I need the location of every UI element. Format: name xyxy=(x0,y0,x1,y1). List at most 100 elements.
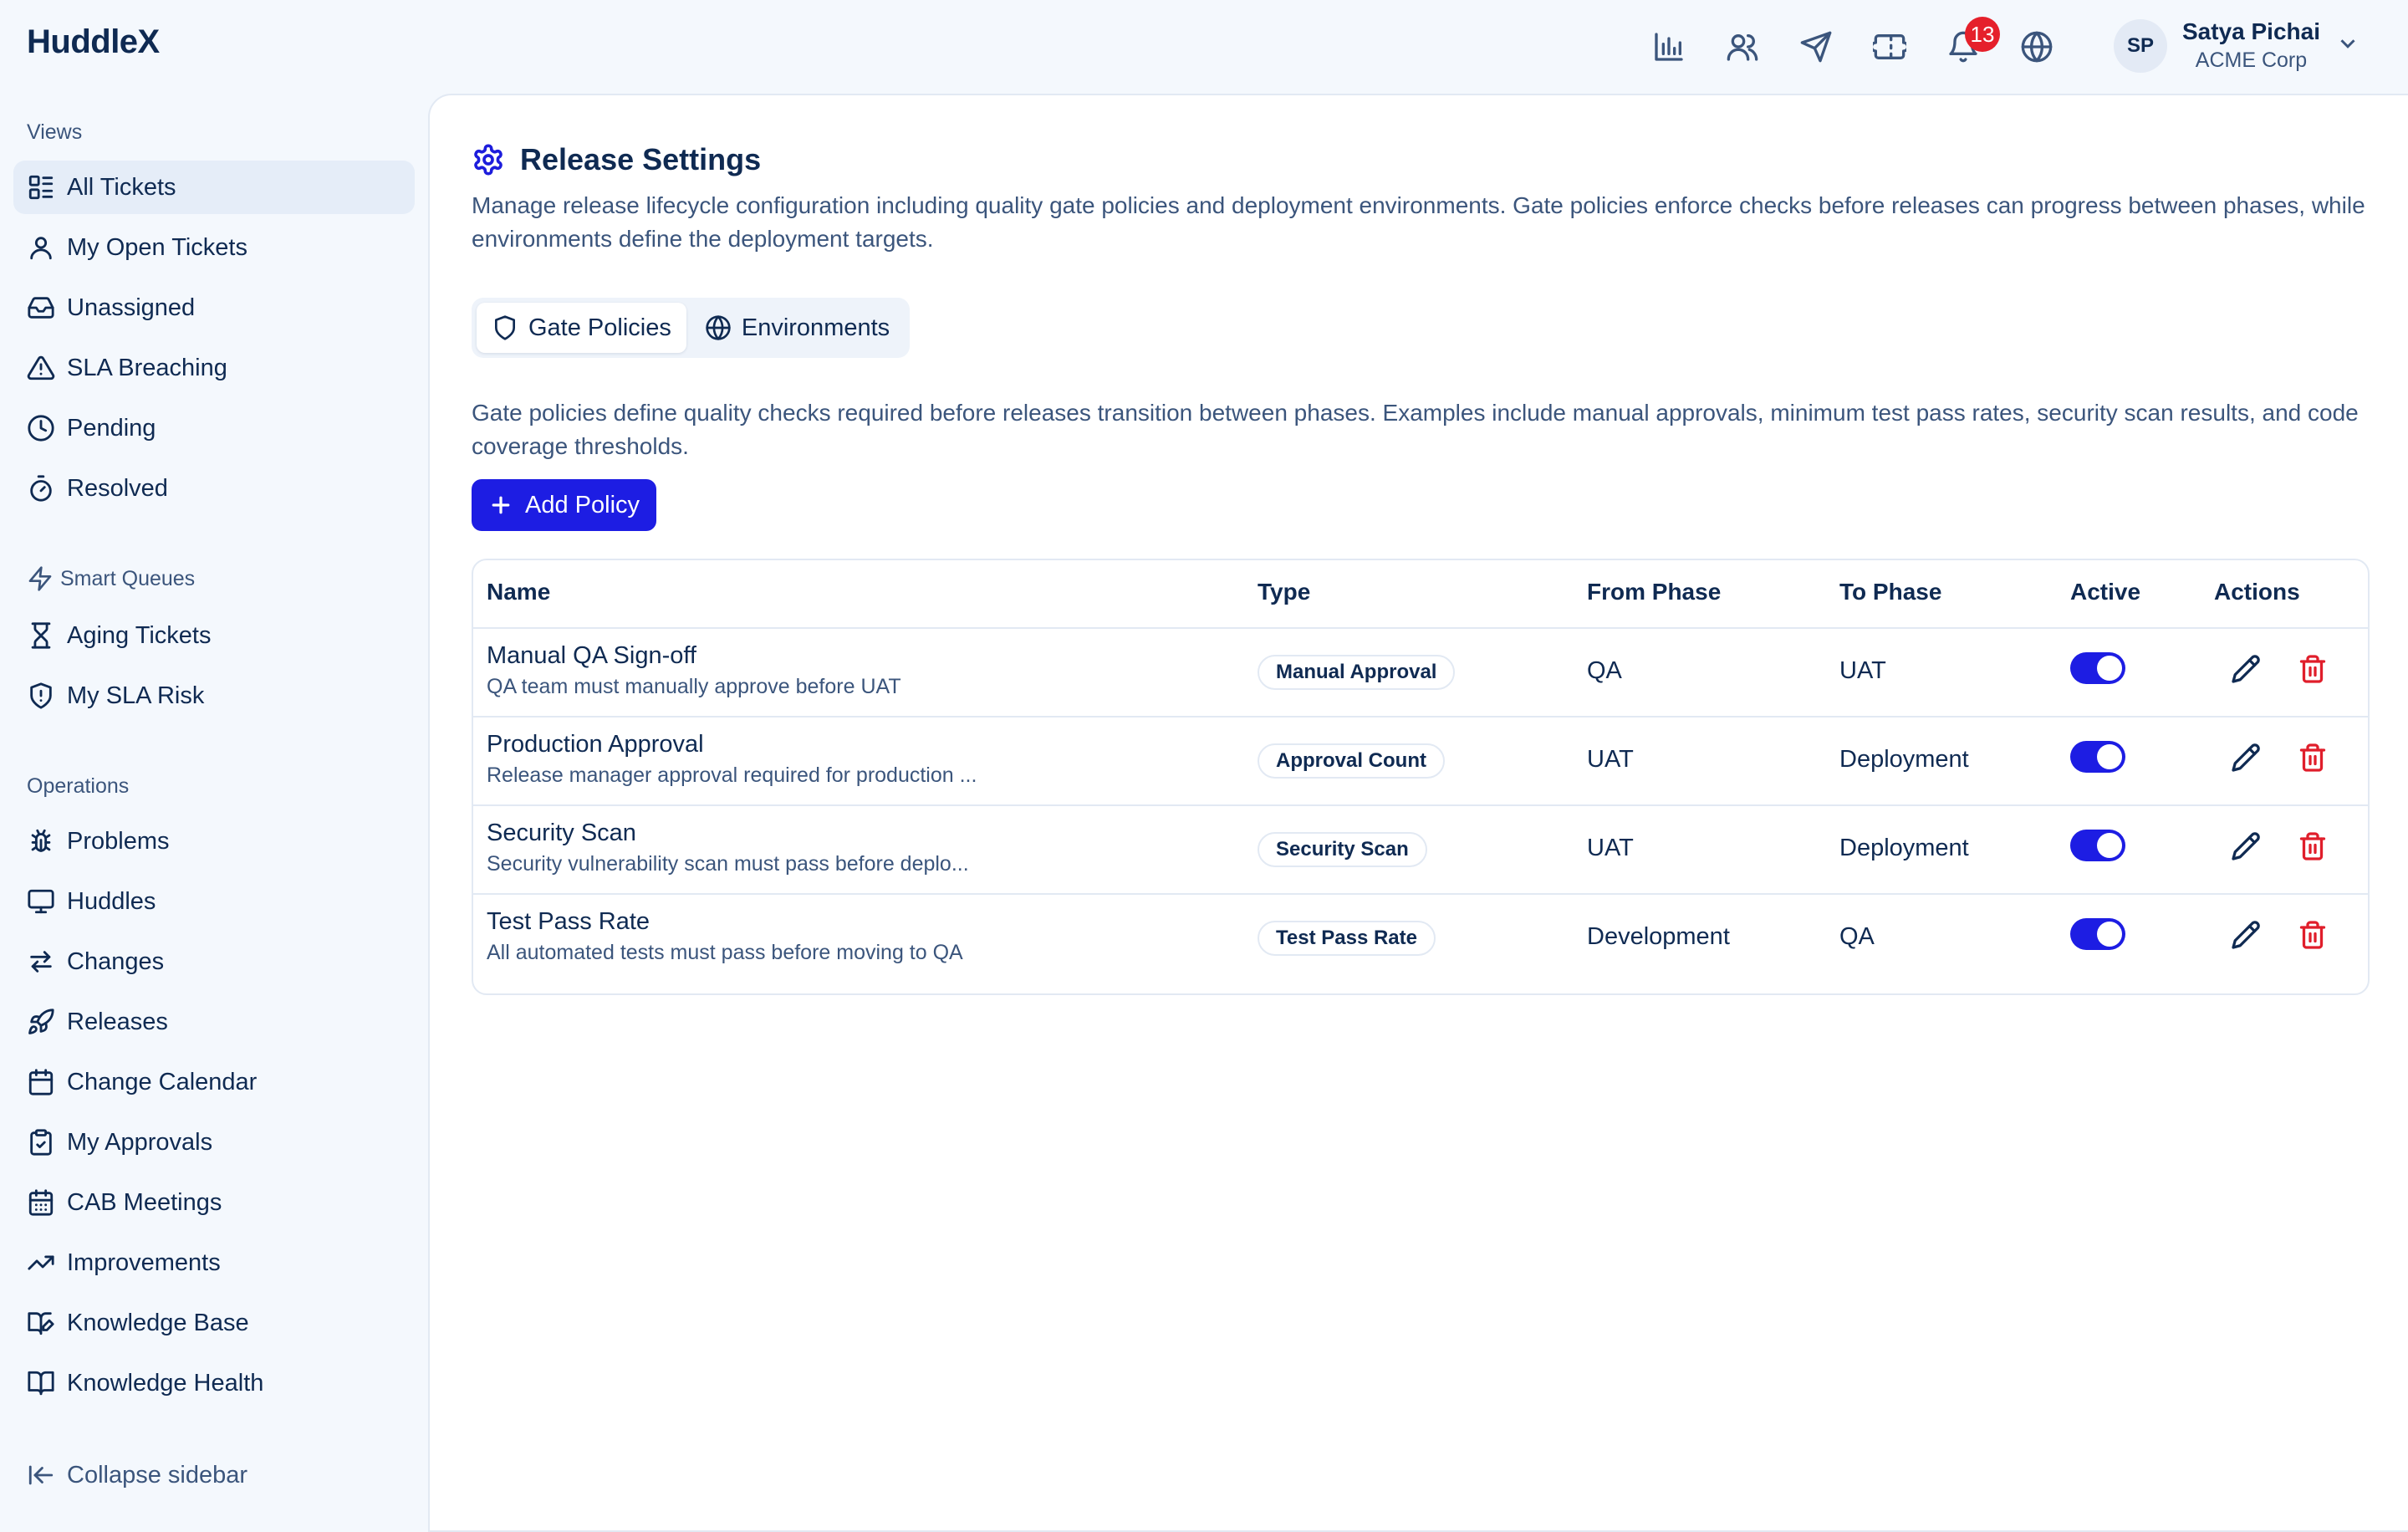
user-menu[interactable]: SP Satya Pichai ACME Corp xyxy=(2114,18,2360,73)
pencil-icon xyxy=(2232,832,2260,860)
monitor-icon xyxy=(28,889,54,914)
shield-icon xyxy=(495,315,515,340)
globe-icon xyxy=(706,315,731,340)
tab-environments[interactable]: Environments xyxy=(690,303,905,353)
policy-type-badge: Approval Count xyxy=(1258,743,1445,779)
column-header-active[interactable]: Active xyxy=(2070,579,2140,605)
policy-name-cell: Security Scan Security vulnerability sca… xyxy=(487,820,969,876)
sidebar-item-my-approvals[interactable]: My Approvals xyxy=(13,1116,415,1169)
bar-chart-icon[interactable] xyxy=(1649,27,1689,67)
sidebar-item-label: My Approvals xyxy=(67,1128,213,1156)
sidebar-item-my-sla-risk[interactable]: My SLA Risk xyxy=(13,669,415,723)
tab-gate-policies[interactable]: Gate Policies xyxy=(477,303,686,353)
policy-name-cell: Production Approval Release manager appr… xyxy=(487,731,977,788)
arrows-swap-icon xyxy=(30,951,52,973)
column-header-from-phase[interactable]: From Phase xyxy=(1587,579,1721,605)
sidebar-item-label: My Open Tickets xyxy=(67,233,247,261)
delete-button[interactable] xyxy=(2298,920,2331,953)
sidebar-item-changes[interactable]: Changes xyxy=(13,935,415,988)
column-header-type[interactable]: Type xyxy=(1258,579,1310,605)
calendar-grid-icon xyxy=(28,1189,54,1216)
delete-button[interactable] xyxy=(2298,831,2331,865)
sidebar-item-all-tickets[interactable]: All Tickets xyxy=(13,161,415,214)
send-icon[interactable] xyxy=(1796,27,1836,67)
sidebar-section-operations: Operations xyxy=(27,774,130,798)
active-toggle[interactable] xyxy=(2070,652,2125,684)
sidebar-item-improvements[interactable]: Improvements xyxy=(13,1236,415,1289)
sidebar-item-resolved[interactable]: Resolved xyxy=(13,462,415,515)
pencil-icon xyxy=(2232,743,2260,772)
sidebar-item-problems[interactable]: Problems xyxy=(13,815,415,868)
page-title: Release Settings xyxy=(472,142,761,177)
sidebar-section-views: Views xyxy=(27,120,83,144)
edit-button[interactable] xyxy=(2231,831,2264,865)
top-icon-bar: 13 xyxy=(1649,17,2057,67)
sidebar-item-label: Problems xyxy=(67,827,170,855)
trash-icon xyxy=(2299,832,2326,860)
column-header-to-phase[interactable]: To Phase xyxy=(1839,579,1941,605)
bell-icon[interactable]: 13 xyxy=(1943,17,2000,67)
policy-name-cell: Manual QA Sign-off QA team must manually… xyxy=(487,642,901,699)
app-root: HuddleX 13 SP Satya Pichai ACME Corp Vie… xyxy=(0,0,2408,1532)
policy-name[interactable]: Manual QA Sign-off xyxy=(487,642,901,670)
sidebar-item-pending[interactable]: Pending xyxy=(13,401,415,455)
policy-type-badge: Test Pass Rate xyxy=(1258,921,1436,956)
to-phase: UAT xyxy=(1839,657,1886,684)
list-icon xyxy=(28,175,54,200)
toggle-knob xyxy=(2097,656,2122,681)
toggle-knob xyxy=(2097,833,2122,858)
table-row[interactable]: Manual QA Sign-off QA team must manually… xyxy=(473,627,2368,717)
sidebar-item-unassigned[interactable]: Unassigned xyxy=(13,281,415,334)
policy-name[interactable]: Production Approval xyxy=(487,731,977,758)
ticket-icon[interactable] xyxy=(1870,27,1910,67)
edit-button[interactable] xyxy=(2231,920,2264,953)
plus-icon xyxy=(492,496,510,514)
table-row[interactable]: Security Scan Security vulnerability sca… xyxy=(473,804,2368,895)
sidebar-item-change-calendar[interactable]: Change Calendar xyxy=(13,1055,415,1109)
settings-tabs: Gate Policies Environments xyxy=(472,298,911,358)
page-title-text: Release Settings xyxy=(520,142,762,176)
sidebar-item-label: All Tickets xyxy=(67,173,176,201)
to-phase: Deployment xyxy=(1839,835,1969,861)
policy-description: Release manager approval required for pr… xyxy=(487,763,977,787)
delete-button[interactable] xyxy=(2298,743,2331,776)
brand-logo[interactable]: HuddleX xyxy=(27,23,160,61)
sidebar-item-cab-meetings[interactable]: CAB Meetings xyxy=(13,1176,415,1229)
policy-name[interactable]: Security Scan xyxy=(487,820,969,847)
sidebar-item-label: Change Calendar xyxy=(67,1068,258,1095)
pencil-icon xyxy=(2232,655,2260,683)
globe-icon[interactable] xyxy=(2017,27,2057,67)
page-description: Manage release lifecycle configuration i… xyxy=(472,192,2365,252)
sidebar-item-releases[interactable]: Releases xyxy=(13,995,415,1049)
chevron-down-icon[interactable] xyxy=(2335,31,2360,60)
gate-policies-description: Gate policies define quality checks requ… xyxy=(472,400,2359,459)
delete-button[interactable] xyxy=(2298,654,2331,687)
sidebar: Views All Tickets My Open Tickets Unassi… xyxy=(0,94,428,1505)
sidebar-item-knowledge-base[interactable]: Knowledge Base xyxy=(13,1296,415,1350)
sidebar-item-label: Knowledge Health xyxy=(67,1369,264,1397)
column-header-name[interactable]: Name xyxy=(487,579,550,605)
table-row[interactable]: Test Pass Rate All automated tests must … xyxy=(473,893,2368,982)
trending-up-icon xyxy=(28,1255,54,1270)
active-toggle[interactable] xyxy=(2070,918,2125,950)
edit-button[interactable] xyxy=(2231,743,2264,776)
active-toggle[interactable] xyxy=(2070,741,2125,773)
trash-icon xyxy=(2299,921,2326,949)
sidebar-item-huddles[interactable]: Huddles xyxy=(13,875,415,928)
sidebar-item-knowledge-health[interactable]: Knowledge Health xyxy=(13,1356,415,1410)
to-phase: QA xyxy=(1839,923,1875,950)
sidebar-item-aging-tickets[interactable]: Aging Tickets xyxy=(13,609,415,662)
sidebar-item-label: Resolved xyxy=(67,474,168,502)
calendar-icon xyxy=(28,1069,54,1095)
add-policy-button[interactable]: Add Policy xyxy=(472,479,657,531)
active-toggle[interactable] xyxy=(2070,830,2125,861)
user-icon xyxy=(30,237,52,260)
sidebar-item-sla-breaching[interactable]: SLA Breaching xyxy=(13,341,415,395)
table-row[interactable]: Production Approval Release manager appr… xyxy=(473,716,2368,806)
policy-name[interactable]: Test Pass Rate xyxy=(487,908,963,936)
clock-icon xyxy=(28,415,54,442)
users-icon[interactable] xyxy=(1722,27,1763,67)
collapse-left-icon xyxy=(28,1465,54,1485)
sidebar-item-my-open-tickets[interactable]: My Open Tickets xyxy=(13,221,415,274)
edit-button[interactable] xyxy=(2231,654,2264,687)
